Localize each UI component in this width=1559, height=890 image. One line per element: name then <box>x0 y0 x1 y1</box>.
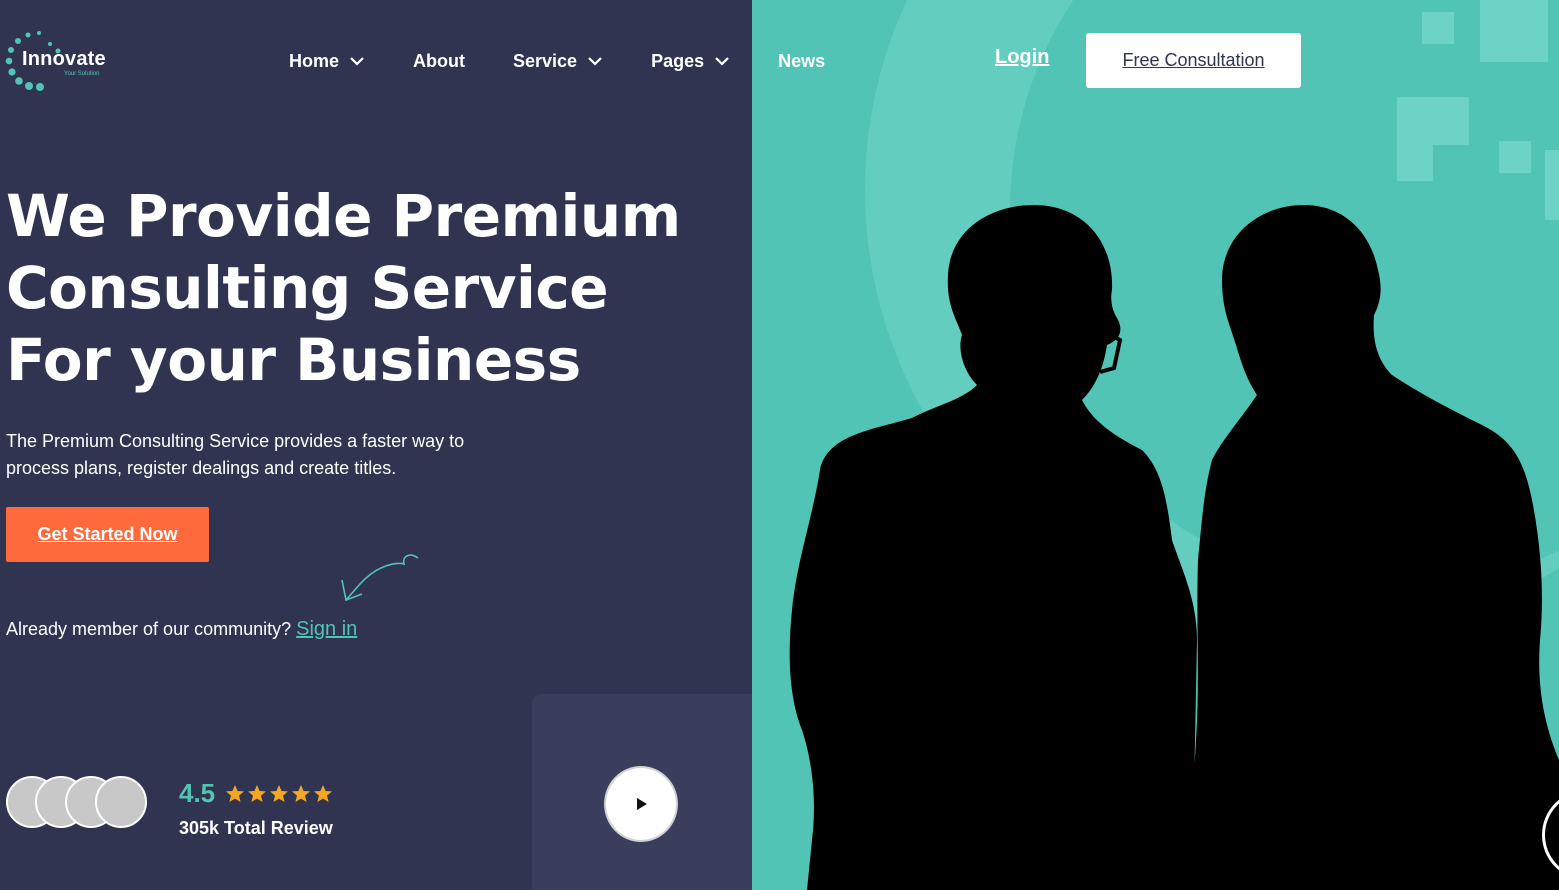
star-icon <box>314 784 333 802</box>
avatar <box>95 776 147 828</box>
rating-value: 4.5 <box>179 778 216 808</box>
chevron-down-icon <box>588 57 602 66</box>
star-icon <box>292 784 311 802</box>
nav-item-news[interactable]: News <box>778 51 825 72</box>
hero-title-line: Consulting Service <box>6 254 609 322</box>
nav-item-service[interactable]: Service <box>513 51 603 72</box>
nav-item-about[interactable]: About <box>413 51 465 72</box>
total-review-count: 305k Total Review <box>179 818 333 838</box>
rating-stars <box>225 784 335 804</box>
hero-subtitle: The Premium Consulting Service provides … <box>6 431 465 478</box>
play-button[interactable] <box>604 766 678 842</box>
chevron-down-icon <box>715 57 729 66</box>
nav-item-home[interactable]: Home <box>289 51 365 72</box>
brand-tagline: Your Solution <box>64 71 100 77</box>
curved-arrow-icon <box>341 554 419 602</box>
hero-title-line: We Provide Premium <box>6 182 681 250</box>
brand-name: Innovate <box>22 48 106 70</box>
free-consultation-button[interactable]: Free Consultation <box>1086 33 1301 88</box>
rating-summary: 4.5 <box>179 778 335 809</box>
nav-item-pages[interactable]: Pages <box>651 51 730 72</box>
hero-title-line: For your Business <box>6 326 581 394</box>
reviewer-avatars <box>6 776 151 828</box>
member-prompt-text: Already member of our community? <box>6 619 292 639</box>
nav-item-label: Home <box>289 50 340 71</box>
hero-image-panel <box>752 0 1559 890</box>
business-people-silhouette <box>789 205 1559 890</box>
main-nav: Home About Service Pages News <box>289 44 873 78</box>
star-icon <box>248 784 267 802</box>
login-link[interactable]: Login <box>995 46 1049 69</box>
star-icon <box>226 784 245 802</box>
play-icon <box>637 798 647 810</box>
nav-item-label: Service <box>513 50 578 71</box>
nav-item-label: News <box>778 50 826 71</box>
sign-in-link[interactable]: Sign in <box>296 618 357 640</box>
star-icon <box>270 784 289 802</box>
video-card <box>532 694 752 890</box>
nav-item-label: About <box>413 50 465 71</box>
chevron-down-icon <box>350 57 364 66</box>
nav-item-label: Pages <box>651 50 705 71</box>
hero-title: We Provide Premium Consulting Service Fo… <box>6 180 706 396</box>
get-started-button[interactable]: Get Started Now <box>6 507 209 562</box>
member-prompt: Already member of our community? Sign in <box>6 618 357 641</box>
brand-logo[interactable]: Innovate Your Solution <box>4 28 124 92</box>
